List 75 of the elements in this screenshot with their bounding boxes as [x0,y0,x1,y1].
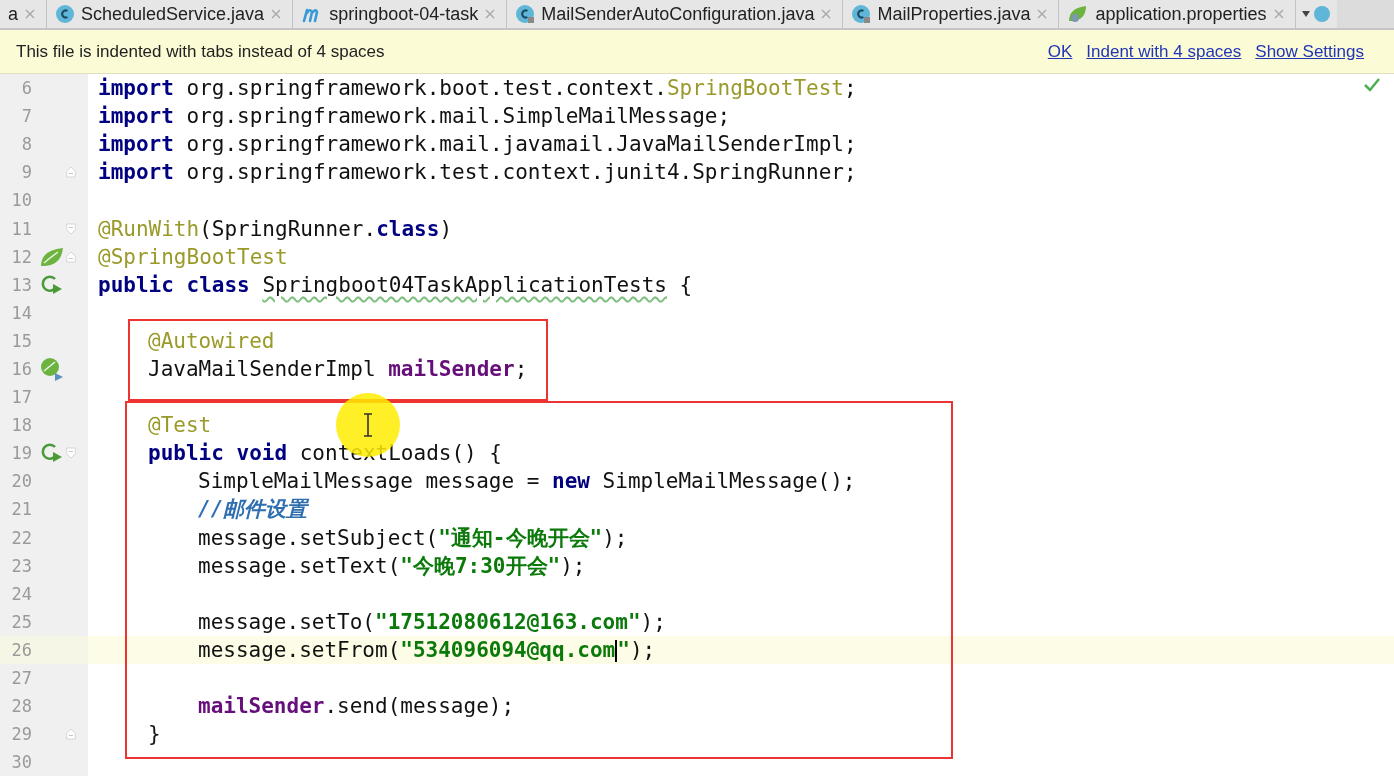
line-number: 10 [10,190,32,211]
editor-tab[interactable]: springboot-04-task [293,0,508,28]
line-number: 26 [10,639,32,660]
line-number: 16 [10,359,32,379]
line-number: 19 [10,443,32,464]
notification-link[interactable]: OK [1047,41,1073,62]
fold-icon[interactable] [66,726,76,743]
code-line: mailSender.send(message); [198,694,515,719]
line-number: 11 [10,218,32,239]
line-number: 24 [10,583,32,604]
close-icon[interactable] [24,8,36,20]
line-number: 7 [20,106,32,127]
close-icon[interactable] [1036,8,1049,20]
leaf-icon[interactable] [39,245,65,268]
line-number: 13 [10,274,32,295]
line-number: 27 [10,668,32,688]
check-icon [1364,78,1380,92]
code-line: } [148,722,161,747]
code-line: @Autowired [148,328,275,353]
line-number: 28 [10,696,32,717]
line-number: 30 [10,752,32,773]
notification-link[interactable]: Show Settings [1255,41,1364,62]
code-line: public class Springboot04TaskApplicationTests { [98,272,693,297]
notification-link[interactable]: Indent with 4 spaces [1086,41,1242,62]
code-line: message.setFrom("534096094@qq.com"); [198,637,656,662]
code-line: import org.springframework.test.context.junit4.SpringRunner; [98,160,857,185]
code-line: JavaMailSenderImpl mailSender; [148,357,528,381]
fold-icon[interactable] [66,220,76,237]
notification-message: This file is indented with tabs instead of 4 spaces [16,41,386,62]
line-number: 23 [10,555,32,576]
locked-class-icon [515,4,536,24]
code-line: message.setTo("17512080612@163.com"); [198,609,666,634]
fold-icon[interactable] [66,164,76,181]
close-icon[interactable] [484,8,497,20]
line-number: 21 [10,499,32,520]
locked-class-icon [851,4,872,24]
code-line: import org.springframework.boot.test.context.SpringBootTest; [98,76,857,101]
close-icon[interactable] [270,8,283,20]
line-number: 18 [10,415,32,436]
class-icon [1312,5,1331,23]
run-icon[interactable] [40,442,64,465]
line-number: 9 [20,162,32,183]
code-line: message.setSubject("通知-今晚开会"); [198,525,628,550]
class-icon [55,4,75,24]
editor-tab[interactable]: MailSenderAutoConfiguration.java [507,0,844,28]
code-line: message.setText("今晚7:30开会"); [198,553,586,578]
editor-tab[interactable]: a [0,0,47,28]
code-line: import org.springframework.mail.javamail.JavaMailSenderImpl; [98,132,857,157]
line-number: 14 [10,302,32,323]
tab-overflow[interactable] [1295,0,1337,28]
line-number: 20 [10,471,32,492]
code-line: SimpleMailMessage message = new SimpleMailMessage(); [198,469,856,494]
editor-tab[interactable]: application.properties [1059,0,1296,28]
caret-icon [1301,11,1310,17]
editor-tab[interactable]: MailProperties.java [843,0,1060,28]
code-line: //邮件设置 [198,497,308,522]
text-cursor-icon [363,413,373,437]
line-number: 29 [10,724,32,745]
line-number: 6 [20,78,32,99]
run-icon[interactable] [40,273,64,296]
code-line: @Test [148,413,212,438]
close-icon[interactable] [1272,8,1285,20]
code-line: import org.springframework.mail.SimpleMailMessage; [98,104,731,129]
close-icon[interactable] [820,8,833,20]
code-line: @RunWith(SpringRunner.class) [98,216,453,241]
bean-link-icon[interactable] [39,357,65,381]
line-number: 25 [10,611,32,632]
line-number: 12 [10,246,32,267]
line-number: 17 [10,387,32,408]
editor-tab[interactable]: ScheduledService.java [47,0,294,28]
line-number: 22 [10,527,32,548]
code-line: public void contextLoads() { [148,441,502,466]
line-number: 8 [20,134,32,155]
code-line: @SpringBootTest [98,244,288,269]
line-number: 15 [10,330,32,351]
